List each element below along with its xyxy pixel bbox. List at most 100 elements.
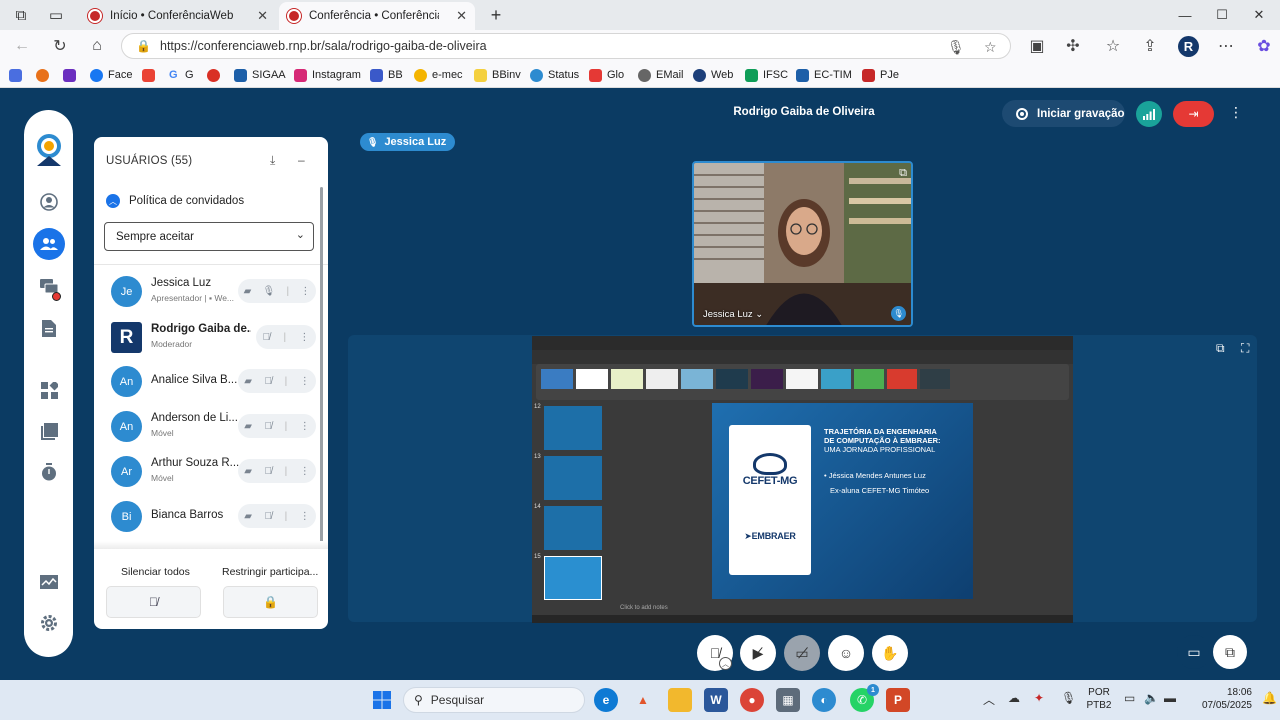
- file-explorer-icon[interactable]: [668, 688, 692, 712]
- bookmark-pje[interactable]: PJe: [862, 67, 899, 83]
- presentation-layout-button[interactable]: ⧉: [1213, 635, 1247, 669]
- collapse-chevron-icon[interactable]: ︿: [106, 194, 120, 208]
- more-options-icon[interactable]: ⋮: [300, 421, 310, 432]
- slide-thumbnail[interactable]: [544, 506, 602, 550]
- chat-icon[interactable]: [33, 271, 65, 303]
- favorite-star-icon[interactable]: ☆: [984, 39, 997, 56]
- chat-icon[interactable]: ▰: [244, 286, 252, 297]
- favorites-icon[interactable]: ☆: [1101, 35, 1125, 57]
- layout-button[interactable]: ▭: [1177, 635, 1211, 669]
- profile-icon[interactable]: [33, 186, 65, 218]
- home-icon[interactable]: ⌂: [85, 35, 109, 57]
- user-row[interactable]: Bi Bianca Barros ▰ 🎙̸ | ⋮: [106, 496, 316, 536]
- new-tab-button[interactable]: +: [485, 5, 507, 25]
- battery-icon[interactable]: ▬: [1164, 691, 1176, 705]
- windows-start-icon[interactable]: [370, 688, 394, 712]
- bookmark-g-icon[interactable]: [9, 67, 27, 83]
- edge-browser-icon[interactable]: e: [594, 688, 618, 712]
- muted-microphone-icon[interactable]: 🎙̸: [265, 376, 273, 387]
- more-options-icon[interactable]: ⋮: [300, 511, 310, 522]
- more-options-icon[interactable]: ⋮: [300, 466, 310, 477]
- bookmark-gmail-icon[interactable]: [142, 67, 160, 83]
- bookmark-g1[interactable]: G: [169, 67, 178, 83]
- muted-microphone-icon[interactable]: 🎙̸: [263, 332, 271, 343]
- browser-tab-inicio[interactable]: Início • ConferênciaWeb ✕: [80, 2, 276, 30]
- bookmark-email[interactable]: EMail: [638, 67, 684, 83]
- clock[interactable]: 18:06 07/05/2025: [1192, 686, 1252, 712]
- share-icon[interactable]: ⇪: [1138, 35, 1162, 57]
- matlab-icon[interactable]: ▲: [631, 688, 655, 712]
- microphone-tray-icon[interactable]: 🎙: [1061, 691, 1076, 705]
- browser-tab-conferencia[interactable]: Conferência • ConferênciaW ✕: [279, 2, 475, 30]
- volume-icon[interactable]: 🔈: [1144, 691, 1159, 705]
- start-recording-button[interactable]: Iniciar gravação: [1002, 100, 1125, 127]
- bookmark-glo[interactable]: Glo: [589, 67, 624, 83]
- powerpoint-icon[interactable]: P: [886, 688, 910, 712]
- download-icon[interactable]: ⤓: [270, 153, 275, 168]
- fullscreen-icon[interactable]: ⛶: [1241, 341, 1249, 356]
- calculator-icon[interactable]: ▦: [776, 688, 800, 712]
- webcam-tile[interactable]: ⧉ Jessica Luz ⌄ 🎙: [692, 161, 913, 327]
- word-icon[interactable]: W: [704, 688, 728, 712]
- mute-microphone-button[interactable]: 🎙̸ ︿: [697, 635, 733, 671]
- chat-icon[interactable]: ▰: [244, 376, 252, 387]
- user-row[interactable]: An Analice Silva B... ▰ 🎙̸ | ⋮: [106, 361, 316, 401]
- slide-thumbnail[interactable]: [544, 406, 602, 450]
- slide-thumbnail-selected[interactable]: [544, 556, 602, 600]
- timer-icon[interactable]: [33, 456, 65, 488]
- notifications-icon[interactable]: 🔔: [1262, 691, 1277, 705]
- more-options-icon[interactable]: ⋮: [300, 286, 310, 297]
- slide-thumbnail[interactable]: [544, 456, 602, 500]
- muted-microphone-icon[interactable]: 🎙̸: [265, 421, 273, 432]
- raise-hand-button[interactable]: ✋: [872, 635, 908, 671]
- bookmark-ec-tim[interactable]: EC-TIM: [796, 67, 852, 83]
- statistics-icon[interactable]: [33, 566, 65, 598]
- chrome-icon[interactable]: ●: [740, 688, 764, 712]
- bookmark-emec[interactable]: e-mec: [414, 67, 463, 83]
- user-row[interactable]: Ar Arthur Souza R... Móvel ▰ 🎙̸ | ⋮: [106, 451, 316, 491]
- whatsapp-icon[interactable]: ✆ 1: [850, 684, 879, 712]
- leave-room-button[interactable]: ⇥: [1173, 101, 1214, 127]
- close-tab-icon[interactable]: ✕: [257, 8, 268, 24]
- remote-desktop-icon[interactable]: ◐: [812, 688, 836, 712]
- pop-out-icon[interactable]: ⧉: [1216, 341, 1225, 356]
- users-icon[interactable]: [33, 228, 65, 260]
- chat-icon[interactable]: ▰: [244, 466, 252, 477]
- chat-icon[interactable]: ▰: [244, 421, 252, 432]
- back-arrow-icon[interactable]: ←: [10, 35, 34, 57]
- room-options-icon[interactable]: ⋮: [1229, 104, 1243, 121]
- close-window-icon[interactable]: ✕: [1244, 4, 1274, 26]
- guest-policy-select[interactable]: Sempre aceitar ⌄: [104, 222, 314, 251]
- extension-m-icon[interactable]: ▣: [1025, 35, 1049, 57]
- bookmark-ifsc[interactable]: IFSC: [745, 67, 788, 83]
- bookmark-firefox-icon[interactable]: [36, 67, 54, 83]
- bookmark-status[interactable]: Status: [530, 67, 579, 83]
- bookmark-bb[interactable]: BB: [370, 67, 403, 83]
- workspaces-icon[interactable]: ⧉: [10, 5, 32, 25]
- taskbar-search[interactable]: ⚲ Pesquisar: [403, 687, 585, 713]
- address-bar[interactable]: 🔒 https://conferenciaweb.rnp.br/sala/rod…: [121, 33, 1011, 59]
- reactions-button[interactable]: ☺: [828, 635, 864, 671]
- user-row[interactable]: R Rodrigo Gaiba de... Moderador 🎙̸ | ⋮: [106, 317, 316, 357]
- tab-actions-icon[interactable]: ▭: [45, 5, 67, 25]
- user-row[interactable]: Je Jessica Luz Apresentador | ▪ We... ▰ …: [106, 271, 316, 311]
- bookmark-scissors-icon[interactable]: [207, 67, 225, 83]
- camera-off-button[interactable]: ▶̸: [740, 635, 776, 671]
- bookmark-sigaa[interactable]: SIGAA: [234, 67, 286, 83]
- screen-share-off-button[interactable]: ▭̸: [784, 635, 820, 671]
- chevron-up-icon[interactable]: ︿: [719, 657, 732, 670]
- notes-placeholder[interactable]: Click to add notes: [620, 605, 668, 611]
- maximize-window-icon[interactable]: ☐: [1207, 4, 1237, 26]
- microphone-icon[interactable]: 🎙: [947, 39, 965, 56]
- chat-icon[interactable]: ▰: [244, 511, 252, 522]
- microphone-icon[interactable]: 🎙: [263, 286, 276, 297]
- restrict-participants-button[interactable]: 🔒: [223, 586, 318, 618]
- presentations-icon[interactable]: [33, 415, 65, 447]
- onedrive-icon[interactable]: ☁: [1008, 691, 1020, 705]
- more-options-icon[interactable]: ⋮: [300, 376, 310, 387]
- copilot-icon[interactable]: ✿: [1252, 35, 1276, 57]
- reload-icon[interactable]: ↻: [48, 35, 72, 57]
- profile-avatar[interactable]: R: [1178, 36, 1199, 57]
- mute-all-button[interactable]: 🎙̸: [106, 586, 201, 618]
- minimize-panel-icon[interactable]: –: [298, 153, 305, 167]
